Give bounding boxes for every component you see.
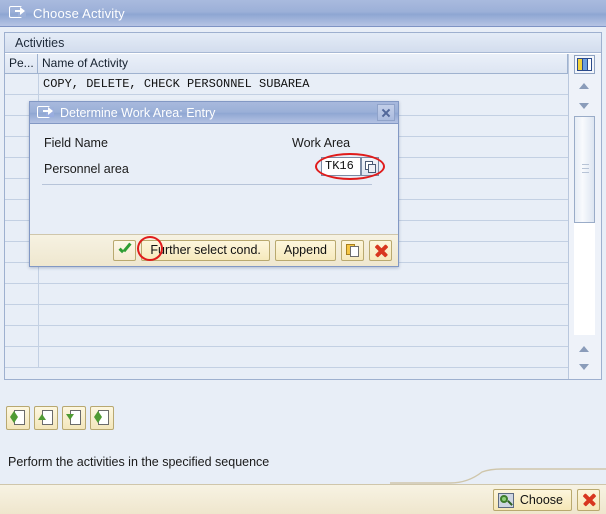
append-button[interactable]: Append — [274, 240, 336, 261]
scroll-page-down-icon[interactable] — [575, 359, 594, 375]
table-row[interactable] — [5, 326, 568, 347]
next-entry-button[interactable] — [62, 406, 86, 430]
field-name-header: Field Name — [44, 136, 108, 150]
dialog-title-bar: Determine Work Area: Entry — [30, 102, 398, 124]
cell-divider — [38, 347, 39, 367]
determine-work-area-dialog: Determine Work Area: Entry Field Name Wo… — [29, 101, 399, 267]
bottom-bar-riser — [390, 468, 606, 484]
dialog-cancel-button[interactable] — [369, 240, 392, 261]
field-row-divider — [42, 184, 372, 185]
choose-activity-icon — [9, 6, 26, 20]
bottom-action-bar: Choose — [0, 484, 606, 514]
cell-divider — [38, 305, 39, 325]
scrollbar-track[interactable] — [574, 116, 595, 335]
work-area-input[interactable]: TK16 — [321, 157, 361, 176]
cell-name-of-activity: COPY, DELETE, CHECK PERSONNEL SUBAREA — [43, 77, 310, 91]
last-entry-button[interactable] — [90, 406, 114, 430]
dialog-button-bar: Further select cond. Append — [30, 234, 398, 266]
cell-divider — [38, 326, 39, 346]
work-area-header: Work Area — [292, 136, 351, 150]
window-title: Choose Activity — [33, 5, 125, 21]
bottom-bar-buttons: Choose — [492, 489, 600, 511]
cancel-button[interactable] — [577, 489, 600, 511]
column-header-name-of-activity[interactable]: Name of Activity — [38, 54, 568, 73]
table-row[interactable] — [5, 284, 568, 305]
scroll-page-up-icon[interactable] — [575, 341, 594, 357]
cell-divider — [38, 284, 39, 304]
grid-vertical-scrollbar[interactable] — [568, 54, 601, 379]
scroll-up-icon[interactable] — [575, 78, 594, 94]
entry-navigation-toolbar — [6, 406, 118, 430]
window-title-bar: Choose Activity — [0, 0, 606, 27]
close-icon[interactable] — [377, 104, 395, 121]
green-check-icon — [119, 244, 131, 256]
grid-caption: Activities — [5, 33, 601, 53]
dialog-title: Determine Work Area: Entry — [60, 105, 216, 120]
table-row[interactable]: COPY, DELETE, CHECK PERSONNEL SUBAREA — [5, 74, 568, 95]
personnel-area-label: Personnel area — [44, 162, 129, 176]
table-row[interactable] — [5, 305, 568, 326]
magnifier-icon — [497, 493, 514, 508]
previous-entry-button[interactable] — [34, 406, 58, 430]
first-entry-button[interactable] — [6, 406, 30, 430]
scrollbar-thumb[interactable] — [574, 116, 595, 223]
scroll-down-icon[interactable] — [575, 98, 594, 114]
value-help-icon[interactable] — [361, 157, 379, 176]
column-header-pe[interactable]: Pe... — [5, 54, 38, 73]
dialog-body: Field Name Work Area Personnel area TK16 — [30, 124, 398, 236]
column-settings-icon[interactable] — [574, 55, 595, 74]
choose-button[interactable]: Choose — [492, 489, 572, 511]
red-x-icon — [583, 494, 595, 506]
dialog-window-icon — [37, 106, 54, 119]
copy-icon[interactable] — [341, 240, 364, 261]
further-select-cond-button[interactable]: Further select cond. — [141, 240, 270, 261]
cell-divider — [38, 74, 39, 94]
red-x-icon — [375, 245, 387, 257]
grid-column-header-row: Pe... Name of Activity — [5, 54, 601, 74]
status-text: Perform the activities in the specified … — [8, 455, 270, 469]
table-row[interactable] — [5, 347, 568, 368]
confirm-button[interactable] — [113, 240, 137, 261]
